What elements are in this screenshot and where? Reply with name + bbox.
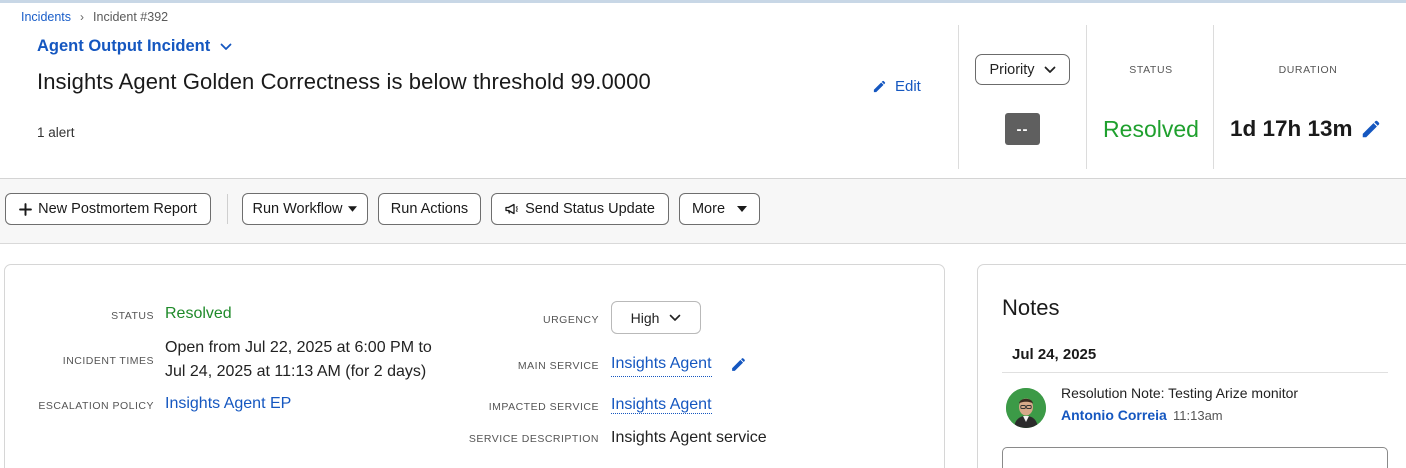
- pencil-icon[interactable]: [730, 356, 747, 373]
- run-actions-label: Run Actions: [390, 201, 469, 217]
- send-status-update-label: Send Status Update: [525, 201, 655, 217]
- incident-details-card: STATUS Resolved INCIDENT TIMES Open from…: [4, 264, 945, 468]
- chevron-down-icon: [670, 314, 681, 321]
- incident-type-dropdown[interactable]: Agent Output Incident: [37, 37, 232, 56]
- header-divider: [958, 25, 959, 169]
- duration-text: 1d 17h 13m: [1230, 116, 1353, 141]
- run-workflow-label: Run Workflow: [252, 201, 343, 217]
- impacted-service-link[interactable]: Insights Agent: [611, 396, 712, 414]
- action-toolbar: New Postmortem Report Run Workflow Run A…: [0, 179, 1406, 244]
- plus-icon: [19, 202, 33, 216]
- urgency-label: URGENCY: [542, 314, 599, 326]
- new-postmortem-label: New Postmortem Report: [38, 201, 197, 217]
- note-text: Resolution Note: Testing Arize monitor: [1061, 385, 1299, 401]
- escalation-policy-label: ESCALATION POLICY: [38, 400, 154, 412]
- status-field-value: Resolved: [165, 305, 232, 322]
- breadcrumb: Incidents › Incident #392: [21, 10, 168, 24]
- notes-title: Notes: [1002, 295, 1060, 320]
- service-description-label: SERVICE DESCRIPTION: [468, 433, 599, 445]
- breadcrumb-incidents-link[interactable]: Incidents: [21, 10, 71, 24]
- impacted-service-label: IMPACTED SERVICE: [488, 401, 599, 413]
- duration-value: 1d 17h 13m: [1230, 116, 1382, 142]
- pencil-icon: [873, 80, 886, 93]
- service-description-value: Insights Agent service: [611, 429, 767, 446]
- megaphone-icon: [505, 203, 519, 215]
- duration-heading: DURATION: [1278, 64, 1338, 76]
- breadcrumb-current: Incident #392: [93, 10, 169, 24]
- incident-times-value: Open from Jul 22, 2025 at 6:00 PM to Jul…: [165, 336, 432, 384]
- note-author-link[interactable]: Antonio Correia: [1061, 407, 1167, 423]
- pencil-icon[interactable]: [1360, 118, 1382, 140]
- run-workflow-button[interactable]: Run Workflow: [242, 193, 368, 225]
- impacted-service-value: Insights Agent: [611, 393, 712, 417]
- status-heading: STATUS: [1129, 64, 1173, 76]
- caret-down-icon: [348, 206, 358, 212]
- main-service-value: Insights Agent: [611, 352, 747, 377]
- send-status-update-button[interactable]: Send Status Update: [491, 193, 669, 225]
- breadcrumb-separator: ›: [80, 10, 85, 24]
- caret-down-icon: [737, 206, 748, 212]
- main-service-label: MAIN SERVICE: [517, 360, 599, 372]
- user-avatar-icon: [1006, 388, 1046, 428]
- incident-times-line: Open from Jul 22, 2025 at 6:00 PM to: [165, 339, 432, 356]
- edit-title-button[interactable]: Edit: [872, 78, 921, 95]
- note-input[interactable]: [1002, 447, 1388, 468]
- alert-count[interactable]: 1 alert: [37, 125, 75, 140]
- priority-dropdown[interactable]: Priority: [975, 54, 1070, 85]
- escalation-policy-link[interactable]: Insights Agent EP: [165, 392, 291, 416]
- incident-times-line: Jul 24, 2025 at 11:13 AM (for 2 days): [165, 363, 427, 380]
- status-value: Resolved: [1103, 116, 1199, 142]
- edit-label: Edit: [895, 78, 921, 95]
- priority-badge: --: [1005, 113, 1040, 145]
- run-actions-button[interactable]: Run Actions: [378, 193, 481, 225]
- incident-times-label: INCIDENT TIMES: [62, 355, 154, 367]
- main-service-link[interactable]: Insights Agent: [611, 352, 712, 377]
- notes-divider: [1002, 372, 1388, 373]
- incident-type-label: Agent Output Incident: [37, 37, 211, 55]
- priority-label: Priority: [989, 61, 1035, 78]
- note-timestamp: 11:13am: [1173, 408, 1223, 423]
- status-field-label: STATUS: [111, 310, 154, 322]
- avatar: [1006, 388, 1046, 428]
- more-button[interactable]: More: [679, 193, 760, 225]
- header-divider: [1213, 25, 1214, 169]
- notes-card: Notes Jul 24, 2025 Resolution Note: Test…: [977, 264, 1406, 468]
- toolbar-divider: [227, 194, 228, 224]
- chevron-down-icon: [1044, 66, 1055, 73]
- chevron-down-icon: [220, 43, 232, 50]
- incident-header: Incidents › Incident #392 Agent Output I…: [0, 3, 1406, 179]
- urgency-dropdown[interactable]: High: [611, 301, 701, 334]
- incident-title: Insights Agent Golden Correctness is bel…: [37, 69, 651, 94]
- new-postmortem-button[interactable]: New Postmortem Report: [5, 193, 211, 225]
- urgency-value: High: [630, 309, 660, 326]
- notes-date: Jul 24, 2025: [1012, 346, 1097, 363]
- header-divider: [1086, 25, 1087, 169]
- more-label: More: [691, 201, 726, 217]
